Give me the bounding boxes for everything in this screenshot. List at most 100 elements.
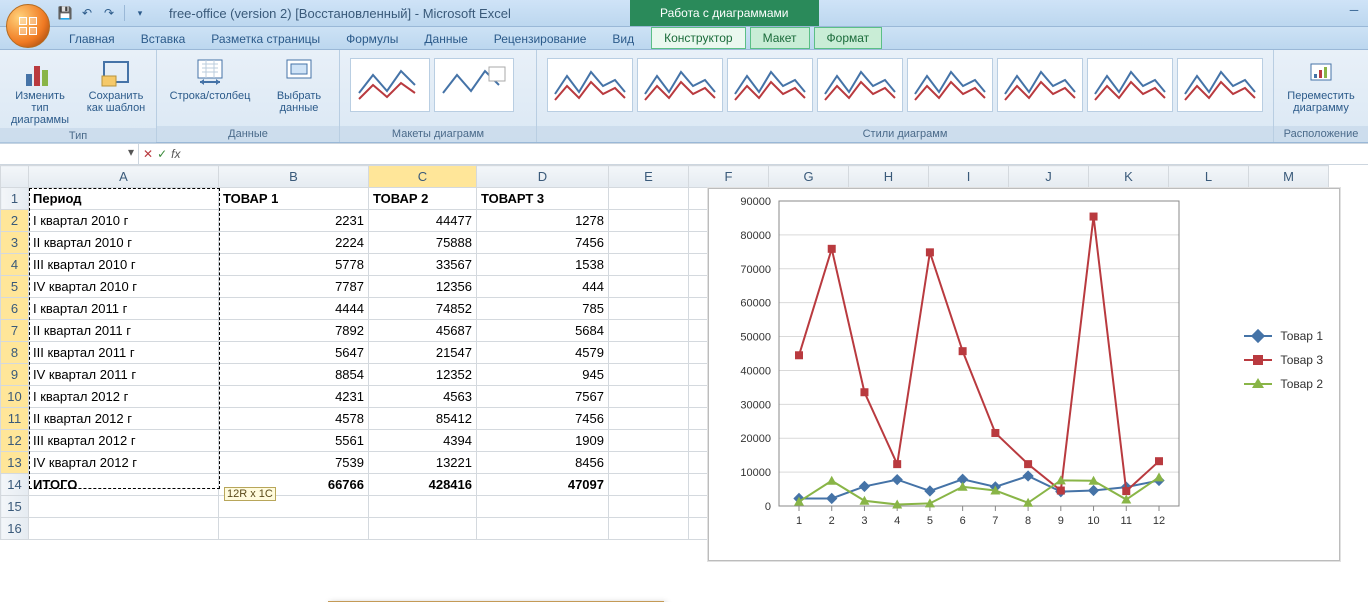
cell-D2[interactable]: 1278 — [477, 210, 609, 232]
row-header-16[interactable]: 16 — [1, 518, 29, 540]
cell-D12[interactable]: 1909 — [477, 430, 609, 452]
column-header-L[interactable]: L — [1169, 166, 1249, 188]
fx-icon[interactable]: fx — [171, 147, 180, 161]
cell-B12[interactable]: 5561 — [219, 430, 369, 452]
cell-C1[interactable]: ТОВАР 2 — [369, 188, 477, 210]
row-header-13[interactable]: 13 — [1, 452, 29, 474]
cell-B6[interactable]: 4444 — [219, 298, 369, 320]
cell-A10[interactable]: I квартал 2012 г — [29, 386, 219, 408]
cell-A2[interactable]: I квартал 2010 г — [29, 210, 219, 232]
tab-Данные[interactable]: Данные — [411, 28, 480, 49]
redo-icon[interactable]: ↷ — [100, 4, 118, 22]
select-all-corner[interactable] — [1, 166, 29, 188]
cell-A7[interactable]: II квартал 2011 г — [29, 320, 219, 342]
column-header-A[interactable]: A — [29, 166, 219, 188]
cell-D15[interactable] — [477, 496, 609, 518]
cell-D6[interactable]: 785 — [477, 298, 609, 320]
cell-A6[interactable]: I квартал 2011 г — [29, 298, 219, 320]
column-header-D[interactable]: D — [477, 166, 609, 188]
change-chart-type-button[interactable]: Изменить тип диаграммы — [6, 54, 74, 128]
column-header-G[interactable]: G — [769, 166, 849, 188]
cell-E14[interactable] — [609, 474, 689, 496]
cell-E5[interactable] — [609, 276, 689, 298]
cell-B3[interactable]: 2224 — [219, 232, 369, 254]
cell-E3[interactable] — [609, 232, 689, 254]
style-thumb[interactable] — [907, 58, 993, 112]
tab-Макет[interactable]: Макет — [750, 27, 810, 49]
row-header-2[interactable]: 2 — [1, 210, 29, 232]
cell-C10[interactable]: 4563 — [369, 386, 477, 408]
cell-D1[interactable]: ТОВАРТ 3 — [477, 188, 609, 210]
cell-D9[interactable]: 945 — [477, 364, 609, 386]
cell-C8[interactable]: 21547 — [369, 342, 477, 364]
style-thumb[interactable] — [817, 58, 903, 112]
minimize-icon[interactable]: ─ — [1340, 0, 1368, 20]
switch-row-column-button[interactable]: Строка/столбец — [163, 54, 257, 104]
office-button[interactable] — [6, 4, 50, 48]
column-header-J[interactable]: J — [1009, 166, 1089, 188]
tab-Вставка[interactable]: Вставка — [128, 28, 199, 49]
cell-A11[interactable]: II квартал 2012 г — [29, 408, 219, 430]
cell-E16[interactable] — [609, 518, 689, 540]
tab-Разметка страницы[interactable]: Разметка страницы — [198, 28, 333, 49]
cell-C3[interactable]: 75888 — [369, 232, 477, 254]
cell-B13[interactable]: 7539 — [219, 452, 369, 474]
cell-C9[interactable]: 12352 — [369, 364, 477, 386]
cell-C4[interactable]: 33567 — [369, 254, 477, 276]
style-thumb[interactable] — [547, 58, 633, 112]
column-header-K[interactable]: K — [1089, 166, 1169, 188]
cell-B10[interactable]: 4231 — [219, 386, 369, 408]
cell-E13[interactable] — [609, 452, 689, 474]
tab-Формат[interactable]: Формат — [814, 27, 883, 49]
cell-E11[interactable] — [609, 408, 689, 430]
row-header-9[interactable]: 9 — [1, 364, 29, 386]
cell-D5[interactable]: 444 — [477, 276, 609, 298]
cell-E15[interactable] — [609, 496, 689, 518]
cell-B11[interactable]: 4578 — [219, 408, 369, 430]
cell-B1[interactable]: ТОВАР 1 — [219, 188, 369, 210]
cell-A5[interactable]: IV квартал 2010 г — [29, 276, 219, 298]
select-data-button[interactable]: Выбрать данные — [265, 54, 333, 116]
row-header-10[interactable]: 10 — [1, 386, 29, 408]
row-header-14[interactable]: 14 — [1, 474, 29, 496]
cell-B4[interactable]: 5778 — [219, 254, 369, 276]
cell-E2[interactable] — [609, 210, 689, 232]
cell-C13[interactable]: 13221 — [369, 452, 477, 474]
tab-Рецензирование[interactable]: Рецензирование — [481, 28, 600, 49]
cell-C5[interactable]: 12356 — [369, 276, 477, 298]
style-thumb[interactable] — [1177, 58, 1263, 112]
row-header-1[interactable]: 1 — [1, 188, 29, 210]
row-header-7[interactable]: 7 — [1, 320, 29, 342]
row-header-15[interactable]: 15 — [1, 496, 29, 518]
cell-C15[interactable] — [369, 496, 477, 518]
cell-C12[interactable]: 4394 — [369, 430, 477, 452]
style-thumb[interactable] — [727, 58, 813, 112]
column-header-I[interactable]: I — [929, 166, 1009, 188]
cell-C7[interactable]: 45687 — [369, 320, 477, 342]
row-header-8[interactable]: 8 — [1, 342, 29, 364]
save-icon[interactable]: 💾 — [56, 4, 74, 22]
cell-B2[interactable]: 2231 — [219, 210, 369, 232]
row-header-11[interactable]: 11 — [1, 408, 29, 430]
cell-D10[interactable]: 7567 — [477, 386, 609, 408]
cell-E4[interactable] — [609, 254, 689, 276]
embedded-chart[interactable]: 0100002000030000400005000060000700008000… — [708, 188, 1340, 561]
cell-A1[interactable]: Период — [29, 188, 219, 210]
dropdown-icon[interactable]: ▾ — [124, 145, 138, 163]
cell-C6[interactable]: 74852 — [369, 298, 477, 320]
cell-A9[interactable]: IV квартал 2011 г — [29, 364, 219, 386]
cell-D11[interactable]: 7456 — [477, 408, 609, 430]
style-thumb[interactable] — [637, 58, 723, 112]
cell-D4[interactable]: 1538 — [477, 254, 609, 276]
cell-B8[interactable]: 5647 — [219, 342, 369, 364]
column-header-F[interactable]: F — [689, 166, 769, 188]
cell-A15[interactable] — [29, 496, 219, 518]
cell-D8[interactable]: 4579 — [477, 342, 609, 364]
cancel-icon[interactable]: ✕ — [143, 147, 153, 161]
row-header-3[interactable]: 3 — [1, 232, 29, 254]
tab-Формулы[interactable]: Формулы — [333, 28, 411, 49]
cell-B16[interactable] — [219, 518, 369, 540]
cell-A13[interactable]: IV квартал 2012 г — [29, 452, 219, 474]
cell-A14[interactable]: ИТОГО — [29, 474, 219, 496]
worksheet-area[interactable]: ABCDEFGHIJKLM1ПериодТОВАР 1ТОВАР 2ТОВАРТ… — [0, 165, 1368, 602]
